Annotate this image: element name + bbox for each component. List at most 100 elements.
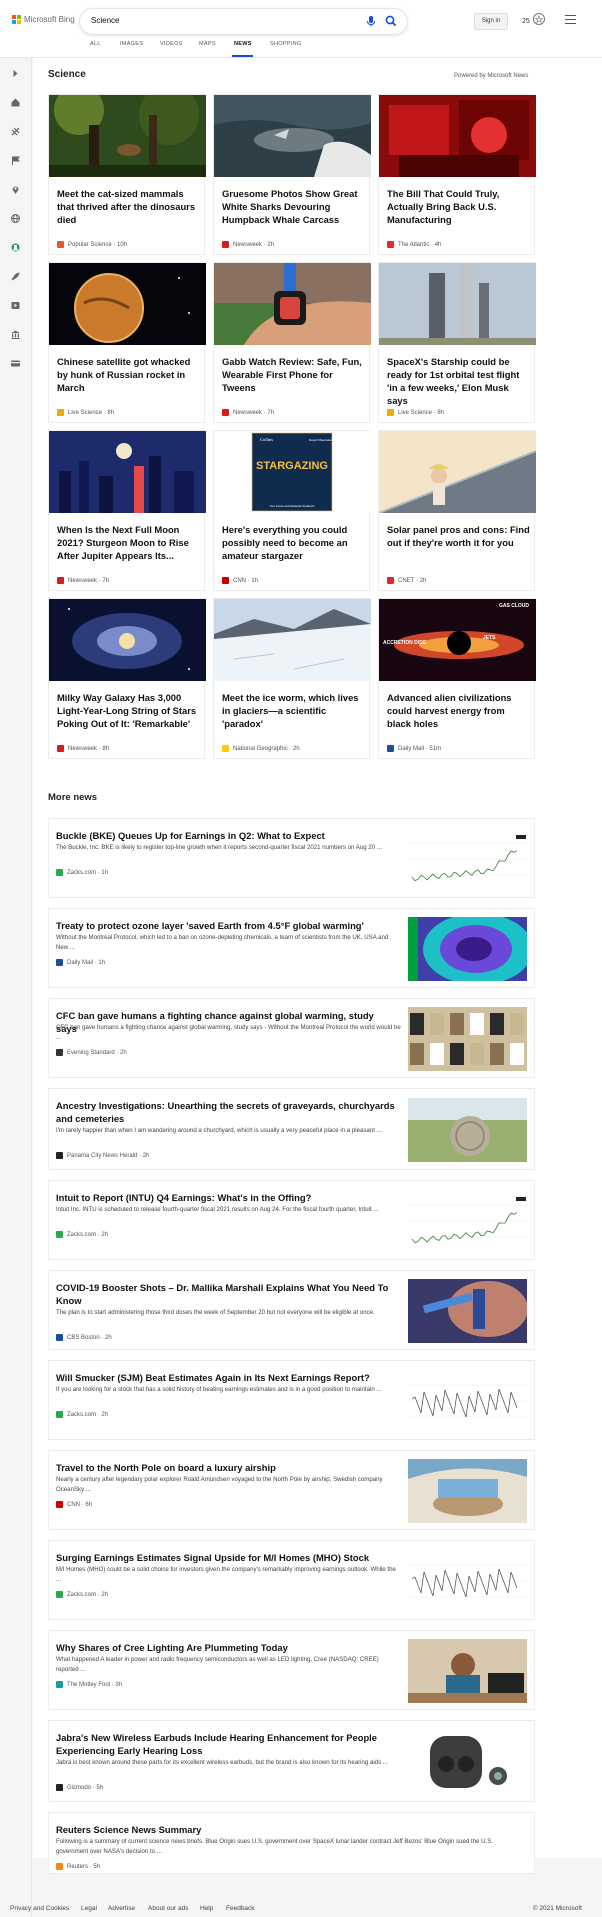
news-card[interactable]: Chinese satellite got whacked by hunk of…	[48, 262, 206, 423]
rewards-medal-icon[interactable]	[532, 12, 546, 28]
news-source[interactable]: Daily Mail	[67, 960, 93, 966]
footer-link-feedback[interactable]: Feedback	[226, 1905, 255, 1912]
news-list-item[interactable]: Will Smucker (SJM) Beat Estimates Again …	[48, 1360, 535, 1440]
card-thumbnail[interactable]	[379, 95, 536, 177]
card-source[interactable]: The Atlantic	[398, 242, 429, 248]
card-source[interactable]: Newsweek	[233, 242, 262, 248]
news-card[interactable]: Meet the ice worm, which lives in glacie…	[213, 598, 371, 759]
news-title[interactable]: Buckle (BKE) Queues Up for Earnings in Q…	[56, 829, 396, 842]
tab-images[interactable]: IMAGES	[120, 41, 143, 47]
news-source[interactable]: Zacks.com	[67, 1592, 96, 1598]
card-source[interactable]: National Geographic	[233, 746, 288, 752]
footer-link-advertise[interactable]: Advertise	[108, 1905, 135, 1912]
card-title[interactable]: The Bill That Could Truly, Actually Brin…	[387, 187, 531, 226]
news-list-item[interactable]: Buckle (BKE) Queues Up for Earnings in Q…	[48, 818, 535, 898]
microphone-icon[interactable]	[364, 14, 378, 28]
card-thumbnail[interactable]: GAS CLOUD ACCRETION DISC JETS	[379, 599, 536, 681]
card-title[interactable]: Milky Way Galaxy Has 3,000 Light-Year-Lo…	[57, 691, 201, 730]
news-source[interactable]: Reuters	[67, 1864, 88, 1870]
card-source[interactable]: Live Science	[398, 410, 432, 416]
globe-icon[interactable]	[10, 211, 21, 223]
news-thumbnail[interactable]	[408, 1279, 527, 1343]
search-input[interactable]: Science	[91, 16, 119, 25]
news-list-item[interactable]: Ancestry Investigations: Unearthing the …	[48, 1088, 535, 1170]
search-icon[interactable]	[384, 14, 398, 28]
news-card[interactable]: Meet the cat-sized mammals that thrived …	[48, 94, 206, 255]
news-list-item[interactable]: CFC ban gave humans a fighting chance ag…	[48, 998, 535, 1078]
menu-icon[interactable]	[565, 15, 576, 24]
news-list-item[interactable]: Reuters Science News Summary Following is…	[48, 1812, 535, 1874]
card-thumbnail[interactable]	[49, 599, 206, 681]
science-icon[interactable]	[10, 240, 21, 252]
news-title[interactable]: Intuit to Report (INTU) Q4 Earnings: Wha…	[56, 1191, 396, 1204]
expand-icon[interactable]	[10, 66, 21, 77]
card-thumbnail[interactable]	[379, 263, 536, 345]
card-thumbnail[interactable]	[49, 431, 206, 513]
card-source[interactable]: Newsweek	[68, 746, 97, 752]
news-card[interactable]: Collins Royal Observatory Greenwich STAR…	[213, 430, 371, 591]
card-thumbnail[interactable]: Collins Royal Observatory Greenwich STAR…	[214, 431, 371, 513]
news-source[interactable]: CNN	[67, 1502, 80, 1508]
news-list-item[interactable]: Intuit to Report (INTU) Q4 Earnings: Wha…	[48, 1180, 535, 1260]
tab-maps[interactable]: MAPS	[199, 41, 216, 47]
news-card[interactable]: When Is the Next Full Moon 2021? Sturgeo…	[48, 430, 206, 591]
card-title[interactable]: Here's everything you could possibly nee…	[222, 523, 366, 562]
home-icon[interactable]	[10, 95, 21, 107]
news-source[interactable]: The Motley Fool	[67, 1682, 110, 1688]
video-icon[interactable]	[10, 298, 21, 309]
news-title[interactable]: COVID-19 Booster Shots – Dr. Mallika Mar…	[56, 1281, 396, 1307]
news-thumbnail[interactable]	[408, 1007, 527, 1071]
news-title[interactable]: Jabra's New Wireless Earbuds Include Hea…	[56, 1731, 396, 1757]
news-title[interactable]: Travel to the North Pole on board a luxu…	[56, 1461, 396, 1474]
news-thumbnail[interactable]	[408, 1369, 527, 1433]
news-title[interactable]: Will Smucker (SJM) Beat Estimates Again …	[56, 1371, 396, 1384]
news-list-item[interactable]: Travel to the North Pole on board a luxu…	[48, 1450, 535, 1530]
news-card[interactable]: The Bill That Could Truly, Actually Brin…	[378, 94, 536, 255]
tab-all[interactable]: ALL	[90, 41, 101, 47]
rewards-count[interactable]: 25	[522, 18, 530, 25]
footer-link-legal[interactable]: Legal	[81, 1905, 97, 1912]
news-thumbnail[interactable]	[408, 1098, 527, 1162]
card-title[interactable]: Advanced alien civilizations could harve…	[387, 691, 531, 730]
news-title[interactable]: Why Shares of Cree Lighting Are Plummeti…	[56, 1641, 396, 1654]
news-source[interactable]: Panama City News Herald	[67, 1153, 137, 1159]
card-source[interactable]: Newsweek	[233, 410, 262, 416]
card-thumbnail[interactable]	[214, 95, 371, 177]
sign-in-button[interactable]: Sign in	[474, 13, 508, 30]
tab-videos[interactable]: VIDEOS	[160, 41, 183, 47]
card-thumbnail[interactable]	[379, 431, 536, 513]
news-list-item[interactable]: Treaty to protect ozone layer 'saved Ear…	[48, 908, 535, 988]
news-title[interactable]: Treaty to protect ozone layer 'saved Ear…	[56, 919, 396, 932]
footer-link-help[interactable]: Help	[200, 1905, 213, 1912]
card-thumbnail[interactable]	[214, 263, 371, 345]
bank-icon[interactable]	[10, 327, 21, 339]
news-thumbnail[interactable]	[408, 917, 527, 981]
card-source[interactable]: CNET	[398, 578, 414, 584]
news-list-item[interactable]: Jabra's New Wireless Earbuds Include Hea…	[48, 1720, 535, 1802]
news-thumbnail[interactable]	[408, 1639, 527, 1703]
card-source[interactable]: Newsweek	[68, 578, 97, 584]
news-source[interactable]: Zacks.com	[67, 870, 96, 876]
card-source[interactable]: Popular Science	[68, 242, 112, 248]
news-list-item[interactable]: Surging Earnings Estimates Signal Upside…	[48, 1540, 535, 1620]
news-source[interactable]: Gizmodo	[67, 1785, 91, 1791]
tab-shopping[interactable]: SHOPPING	[270, 41, 301, 47]
location-icon[interactable]	[10, 182, 21, 194]
news-card[interactable]: Solar panel pros and cons: Find out if t…	[378, 430, 536, 591]
news-source[interactable]: CBS Boston	[67, 1335, 100, 1341]
news-card[interactable]: GAS CLOUD ACCRETION DISC JETS Advanced al…	[378, 598, 536, 759]
tab-news[interactable]: NEWS	[234, 41, 252, 47]
card-source[interactable]: CNN	[233, 578, 246, 584]
news-list-item[interactable]: COVID-19 Booster Shots – Dr. Mallika Mar…	[48, 1270, 535, 1350]
card-title[interactable]: Meet the cat-sized mammals that thrived …	[57, 187, 201, 226]
news-source[interactable]: Zacks.com	[67, 1412, 96, 1418]
news-card[interactable]: Milky Way Galaxy Has 3,000 Light-Year-Lo…	[48, 598, 206, 759]
news-card[interactable]: Gabb Watch Review: Safe, Fun, Wearable F…	[213, 262, 371, 423]
news-thumbnail[interactable]	[408, 1730, 527, 1794]
search-box[interactable]: Science	[80, 9, 407, 34]
news-title[interactable]: Surging Earnings Estimates Signal Upside…	[56, 1551, 396, 1564]
flag-icon[interactable]	[10, 153, 21, 165]
news-card[interactable]: SpaceX's Starship could be ready for 1st…	[378, 262, 536, 423]
card-title[interactable]: Meet the ice worm, which lives in glacie…	[222, 691, 366, 730]
sports-icon[interactable]	[10, 124, 21, 136]
